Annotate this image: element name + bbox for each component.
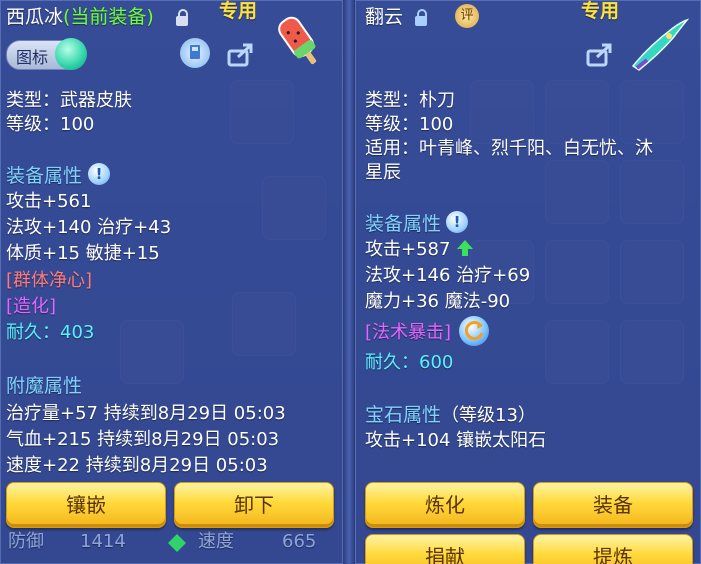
gem-header-row: 宝石属性（等级13）	[365, 404, 536, 427]
defense-value: 1414	[80, 531, 126, 552]
share-icon[interactable]	[226, 40, 256, 70]
extract-button[interactable]: 提炼	[533, 534, 693, 564]
durability-value: 403	[60, 322, 95, 343]
rating-badge-icon[interactable]: 评	[455, 4, 479, 28]
attr-line: 体质+15 敏捷+15	[6, 243, 160, 264]
enchant-header: 附魔属性	[6, 375, 83, 397]
share-icon[interactable]	[585, 40, 615, 70]
applicable-roles: 适用：叶青峰、烈千阳、白无忧、沐	[365, 138, 653, 159]
inlay-button[interactable]: 镶嵌	[6, 482, 166, 528]
item-name: 西瓜冰	[6, 6, 64, 28]
portrait-icon[interactable]	[180, 38, 210, 68]
skill-tag[interactable]: [群体净心]	[6, 270, 92, 292]
icon-toggle-label: 图标	[16, 48, 49, 67]
durability: 耐久：600	[365, 352, 453, 374]
refine-button[interactable]: 炼化	[365, 482, 525, 528]
equip-button[interactable]: 装备	[533, 482, 693, 528]
item-type: 类型：武器皮肤	[6, 90, 132, 111]
equipment-detail-left: 西瓜冰(当前装备) 专用 图标 类型：武器皮肤 等级：100 装备属性 ! 攻击…	[0, 0, 343, 564]
enchant-line: 治疗量+57 持续到8月29日 05:03	[6, 403, 286, 424]
gem-level: （等级13）	[441, 405, 536, 426]
up-arrow-icon	[456, 239, 474, 257]
attr-line: 法攻+140 治疗+43	[6, 217, 172, 238]
defense-label: 防御	[8, 531, 44, 552]
item-title: 西瓜冰(当前装备)	[6, 6, 154, 28]
donate-button[interactable]: 捐献	[365, 534, 525, 564]
watermelon-popsicle-icon	[268, 10, 330, 72]
equipment-detail-right: 翻云 评 专用 类型：朴刀 等级：100 适用：叶青峰、烈千阳、白无忧、沐 星辰…	[355, 0, 701, 564]
skill-tag[interactable]: [法术暴击]	[365, 322, 451, 344]
speed-label: 速度	[198, 531, 234, 552]
exclusive-label: 专用	[219, 0, 258, 22]
panel-divider	[343, 0, 355, 564]
item-name: 翻云	[365, 6, 404, 28]
attr-line: 法攻+146 治疗+69	[365, 265, 531, 286]
durability-value: 600	[419, 352, 454, 373]
unequip-button[interactable]: 卸下	[174, 482, 334, 528]
lock-icon[interactable]	[415, 9, 427, 26]
equipped-status: (当前装备)	[63, 6, 154, 28]
attr-line: 攻击+561	[6, 191, 92, 212]
attr-line: 魔力+36 魔法-90	[365, 291, 511, 312]
blade-weapon-icon	[629, 16, 690, 72]
icon-toggle[interactable]: 图标	[6, 38, 87, 70]
attr-line: 攻击+587	[365, 239, 474, 261]
info-icon[interactable]: !	[88, 163, 110, 185]
durability: 耐久：403	[6, 322, 94, 344]
attr-text: 攻击+587	[365, 239, 451, 260]
refresh-icon[interactable]	[459, 316, 489, 346]
equip-attr-header: 装备属性	[365, 213, 442, 235]
gem-line: 攻击+104 镶嵌太阳石	[365, 430, 547, 451]
exclusive-label: 专用	[581, 0, 620, 22]
speed-value: 665	[282, 531, 317, 552]
skill-tag[interactable]: [造化]	[6, 296, 56, 318]
toggle-knob	[55, 38, 87, 70]
unlock-icon[interactable]	[176, 9, 188, 26]
durability-label: 耐久：	[6, 322, 60, 343]
applicable-roles-cont: 星辰	[365, 162, 401, 183]
info-icon[interactable]: !	[446, 211, 468, 233]
equip-attr-header: 装备属性	[6, 165, 83, 187]
enchant-line: 气血+215 持续到8月29日 05:03	[6, 429, 280, 450]
gem-header: 宝石属性	[365, 404, 442, 426]
durability-label: 耐久：	[365, 352, 419, 373]
speed-icon	[166, 532, 188, 554]
item-level: 等级：100	[365, 114, 454, 135]
item-level: 等级：100	[6, 114, 95, 135]
item-type: 类型：朴刀	[365, 90, 455, 111]
enchant-line: 速度+22 持续到8月29日 05:03	[6, 455, 268, 476]
